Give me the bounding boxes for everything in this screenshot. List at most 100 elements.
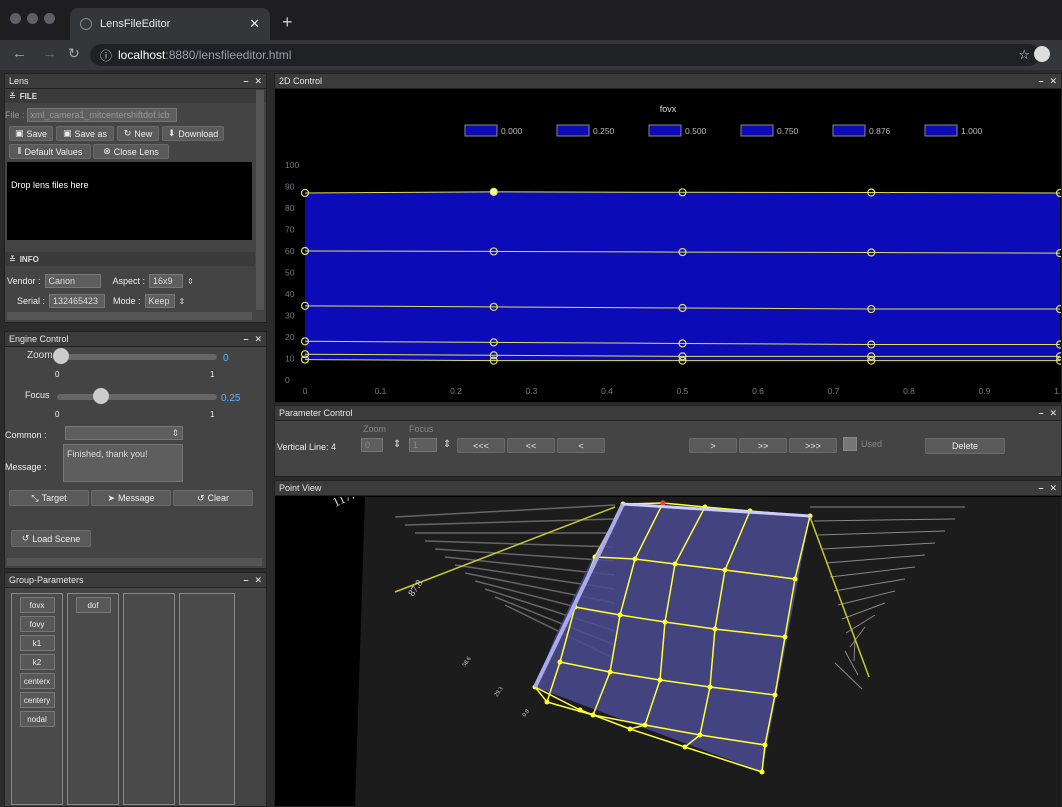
lens-scrollbar[interactable]	[256, 90, 264, 310]
lens-panel-header: Lens – ✕	[5, 74, 266, 89]
zoom-slider-track[interactable]	[57, 354, 217, 360]
3d-point-view[interactable]: 117.187.858.629.30.0	[275, 497, 1061, 807]
back-icon[interactable]: ←	[12, 45, 27, 62]
close-icon[interactable]: ✕	[254, 334, 262, 345]
param-zoom-field[interactable]: 0	[361, 438, 383, 452]
save-button[interactable]: ▣ Save	[9, 126, 53, 141]
download-button[interactable]: ⬇ Download	[162, 126, 224, 141]
minimize-window-button[interactable]	[27, 13, 38, 24]
default-values-button[interactable]: ⦀ Default Values	[9, 144, 91, 159]
serial-label: Serial :	[17, 296, 46, 306]
close-lens-button[interactable]: ⊗ Close Lens	[93, 144, 169, 159]
param-fovx-button[interactable]: fovx	[19, 597, 55, 613]
param-focus-field[interactable]: 1	[409, 438, 437, 452]
focus-slider-handle[interactable]	[93, 388, 109, 404]
focus-slider-track[interactable]	[57, 394, 217, 400]
message-field[interactable]: Finished, thank you!	[63, 444, 183, 482]
focus-spinner-icon[interactable]: ⇕	[443, 439, 451, 450]
minimize-icon[interactable]: –	[1038, 483, 1043, 494]
legend-label: 0.750	[777, 126, 799, 136]
legend-swatch	[924, 124, 958, 137]
step-back-1-button[interactable]: <	[557, 438, 605, 453]
tab-close-icon[interactable]: ✕	[249, 16, 260, 32]
delete-button[interactable]: Delete	[925, 438, 1005, 454]
window-controls[interactable]	[10, 13, 55, 24]
reload-icon[interactable]: ↻	[68, 45, 80, 62]
new-tab-button[interactable]: +	[282, 12, 293, 33]
surface-point	[577, 707, 583, 713]
close-icon[interactable]: ✕	[254, 76, 262, 87]
file-section-header[interactable]: ≚ FILE	[5, 89, 266, 103]
common-select[interactable]: ⇕	[65, 426, 183, 440]
zoom-spinner-icon[interactable]: ⇕	[393, 439, 401, 450]
step-back-2-button[interactable]: <<	[507, 438, 555, 453]
param-dof-button[interactable]: dof	[75, 597, 111, 613]
panel-title: Group-Parameters	[9, 575, 84, 585]
minimize-icon[interactable]: –	[1038, 76, 1043, 87]
legend-swatch	[556, 124, 590, 137]
2d-control-panel: 2D Control – ✕ fovx 0.000 0.250 0.500 0.750 0.…	[274, 73, 1062, 403]
file-name-field[interactable]: xml_camera1_mitcentershiftdof.lcb	[26, 108, 177, 122]
close-icon[interactable]: ✕	[1049, 408, 1057, 419]
step-forward-2-button[interactable]: >>	[739, 438, 787, 453]
fovx-chart[interactable]: fovx0.000 0.250 0.500 0.750 0.876 1.000010203…	[275, 90, 1061, 402]
info-section-header[interactable]: ≚ INFO	[5, 252, 255, 266]
param-k2-button[interactable]: k2	[19, 654, 55, 670]
param-focus-label: Focus	[409, 424, 434, 434]
close-icon[interactable]: ✕	[1049, 76, 1057, 87]
param-centery-button[interactable]: centery	[19, 692, 55, 708]
param-centerx-button[interactable]: centerx	[19, 673, 55, 689]
minimize-icon[interactable]: –	[243, 76, 248, 87]
zoom-slider-handle[interactable]	[53, 348, 69, 364]
save-icon: ▣	[14, 128, 24, 138]
surface-point	[642, 722, 648, 728]
collapse-icon: ≚	[9, 91, 16, 101]
drop-zone[interactable]: Drop lens files here	[7, 162, 252, 240]
legend-label: 0.500	[685, 126, 707, 136]
step-forward-1-button[interactable]: >	[689, 438, 737, 453]
param-nodal-button[interactable]: nodal	[19, 711, 55, 727]
close-icon[interactable]: ✕	[1049, 483, 1057, 494]
surface-point	[627, 726, 633, 732]
parameter-column-3	[123, 593, 175, 805]
load-scene-button[interactable]: ↺ Load Scene	[11, 530, 91, 547]
new-button[interactable]: ↻ New	[117, 126, 159, 141]
param-k1-button[interactable]: k1	[19, 635, 55, 651]
step-forward-3-button[interactable]: >>>	[789, 438, 837, 453]
minimize-icon[interactable]: –	[243, 334, 248, 345]
minimize-icon[interactable]: –	[1038, 408, 1043, 419]
save-as-button[interactable]: ▣ Save as	[56, 126, 114, 141]
aspect-select[interactable]: 16x9	[149, 274, 184, 288]
vendor-field[interactable]: Canon	[44, 274, 101, 288]
target-button[interactable]: ⤡ Target	[9, 490, 89, 506]
clear-button[interactable]: ↺ Clear	[173, 490, 253, 506]
step-back-3-button[interactable]: <<<	[457, 438, 505, 453]
serial-field[interactable]: 132465423	[49, 294, 106, 308]
mode-select[interactable]: Keep	[144, 294, 175, 308]
info-icon[interactable]: ⓘ	[100, 47, 112, 64]
browser-tab[interactable]: LensFileEditor ✕	[70, 8, 270, 40]
close-icon[interactable]: ✕	[254, 575, 262, 586]
spinner-icon[interactable]: ⇕	[187, 277, 194, 286]
bookmark-star-icon[interactable]: ☆	[1018, 47, 1030, 63]
maximize-window-button[interactable]	[44, 13, 55, 24]
close-circle-icon: ⊗	[103, 146, 111, 156]
lens-horizontal-scrollbar[interactable]	[7, 312, 252, 320]
param-fovy-button[interactable]: fovy	[19, 616, 55, 632]
spinner-icon: ⇕	[171, 428, 179, 438]
legend-label: 0.250	[593, 126, 615, 136]
vertical-line-label: Vertical Line: 4	[277, 442, 337, 452]
forward-icon[interactable]: →	[42, 45, 57, 62]
engine-horizontal-scrollbar[interactable]	[7, 558, 262, 566]
profile-avatar-icon[interactable]	[1034, 46, 1050, 62]
minimize-icon[interactable]: –	[243, 575, 248, 586]
address-bar[interactable]: ⓘ localhost :8880/lensfileeditor.html ☆	[90, 44, 1040, 66]
close-window-button[interactable]	[10, 13, 21, 24]
spinner-icon[interactable]: ⇕	[179, 297, 186, 306]
engine-control-panel: Engine Control – ✕ Zoom 0 0 1 Focus 0.25 …	[4, 331, 267, 569]
message-button[interactable]: ➤ Message	[91, 490, 171, 506]
used-checkbox[interactable]	[843, 437, 857, 451]
surface-point	[607, 669, 613, 675]
2d-panel-header: 2D Control – ✕	[275, 74, 1061, 89]
y-tick-label: 0	[285, 375, 290, 385]
